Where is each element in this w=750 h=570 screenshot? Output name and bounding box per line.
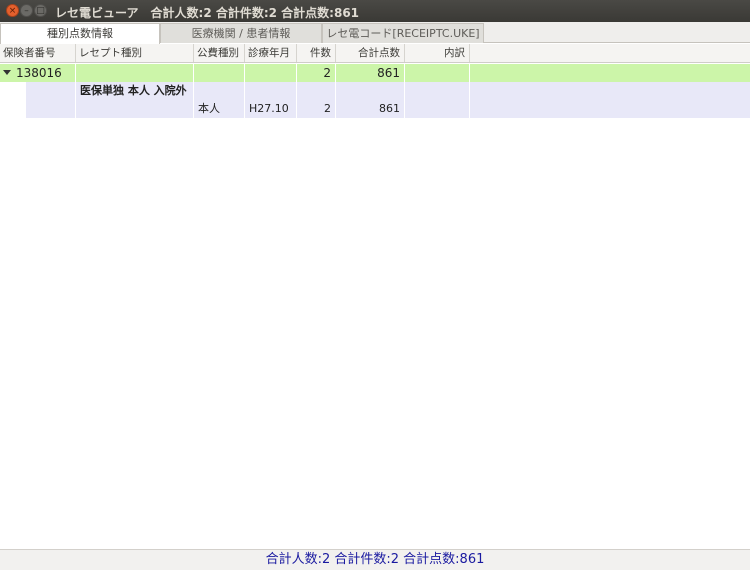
cell-detail — [405, 100, 470, 118]
cell-month — [245, 82, 297, 100]
cell-count — [297, 82, 336, 100]
table-row[interactable]: 本人 H27.10 2 861 — [0, 100, 750, 118]
cell-month — [245, 64, 297, 82]
table-row[interactable]: 138016 2 861 — [0, 64, 750, 82]
cell-insurer — [26, 82, 76, 100]
tab-category-points[interactable]: 種別点数情報 — [0, 23, 160, 44]
minimize-window-button[interactable]: – — [20, 4, 33, 17]
cell-count: 2 — [297, 100, 336, 118]
cell-receipt-type: 医保単独 本人 入院外 — [76, 82, 194, 100]
column-header-public-type[interactable]: 公費種別 — [194, 44, 245, 62]
cell-points — [336, 82, 405, 100]
column-header-insurer[interactable]: 保険者番号 — [0, 44, 76, 62]
title-bar: × – □ レセ電ビューア 合計人数:2 合計件数:2 合計点数:861 — [0, 0, 750, 22]
cell-insurer — [26, 100, 76, 118]
close-window-button[interactable]: × — [6, 4, 19, 17]
cell-insurer: 138016 — [14, 64, 76, 82]
window-title: レセ電ビューア 合計人数:2 合計件数:2 合計点数:861 — [55, 6, 360, 20]
cell-public-type — [194, 64, 245, 82]
cell-receipt-type — [76, 100, 194, 118]
cell-month: H27.10 — [245, 100, 297, 118]
tab-bar: 種別点数情報 医療機関 / 患者情報 レセ電コード[RECEIPTC.UKE] — [0, 22, 750, 44]
cell-points: 861 — [336, 100, 405, 118]
cell-receipt-type — [76, 64, 194, 82]
column-header-filler — [470, 44, 750, 62]
cell-points: 861 — [336, 64, 405, 82]
status-bar: 合計人数:2 合計件数:2 合計点数:861 — [0, 549, 750, 570]
table-header: 保険者番号 レセプト種別 公費種別 診療年月 件数 合計点数 内訳 — [0, 44, 750, 63]
maximize-window-button[interactable]: □ — [34, 4, 47, 17]
cell-public-type — [194, 82, 245, 100]
column-header-receipt-type[interactable]: レセプト種別 — [76, 44, 194, 62]
column-header-count[interactable]: 件数 — [297, 44, 336, 62]
cell-public-type: 本人 — [194, 100, 245, 118]
column-header-month[interactable]: 診療年月 — [245, 44, 297, 62]
table-row[interactable]: 医保単独 本人 入院外 — [0, 82, 750, 100]
column-header-points[interactable]: 合計点数 — [336, 44, 405, 62]
tab-institution-patient[interactable]: 医療機関 / 患者情報 — [160, 23, 322, 43]
cell-detail — [405, 64, 470, 82]
cell-detail — [405, 82, 470, 100]
cell-count: 2 — [297, 64, 336, 82]
column-header-detail[interactable]: 内訳 — [405, 44, 470, 62]
expander-icon[interactable] — [3, 70, 11, 75]
tab-receipt-code[interactable]: レセ電コード[RECEIPTC.UKE] — [322, 23, 484, 43]
